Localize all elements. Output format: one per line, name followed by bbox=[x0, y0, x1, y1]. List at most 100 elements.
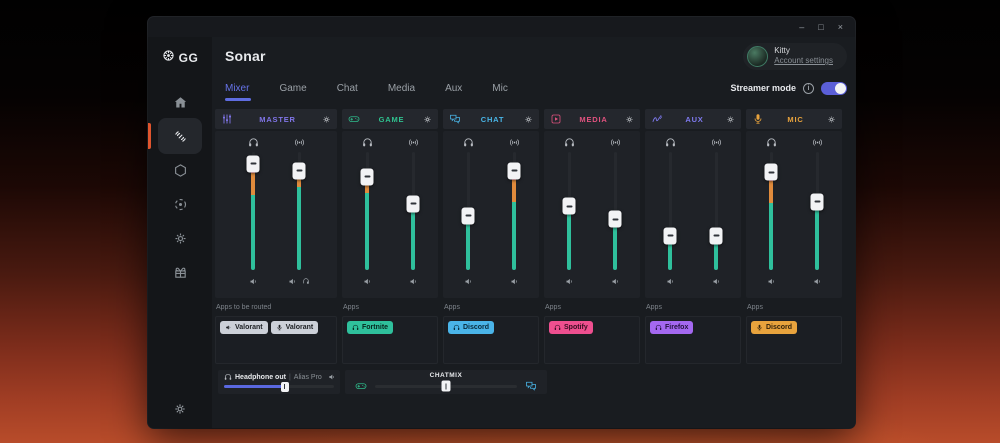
headphone-volume-handle[interactable] bbox=[247, 155, 260, 172]
aux-pen-icon bbox=[651, 113, 663, 125]
stream-volume-handle[interactable] bbox=[609, 211, 622, 228]
stream-volume-handle[interactable] bbox=[811, 193, 824, 210]
mixer-section: MASTERApps to be routedValorantValorantG… bbox=[212, 101, 855, 428]
apps-label: Apps bbox=[544, 304, 640, 313]
mute-speaker-icon[interactable] bbox=[464, 277, 473, 286]
maximize-button[interactable]: □ bbox=[818, 23, 823, 32]
sidebar-item-home[interactable] bbox=[148, 85, 212, 119]
headphone-volume-track[interactable] bbox=[252, 152, 255, 270]
mute-speaker-icon[interactable] bbox=[288, 277, 297, 286]
headphone-volume-track[interactable] bbox=[669, 152, 672, 270]
chatmix-label: CHATMIX bbox=[345, 372, 547, 379]
stream-volume-handle[interactable] bbox=[293, 162, 306, 179]
headphone-volume-handle[interactable] bbox=[563, 198, 576, 215]
sidebar-item-sonar[interactable] bbox=[148, 119, 212, 153]
headphone-volume-track[interactable] bbox=[770, 152, 773, 270]
gg-app-window: – □ × GG Sonar Kitty bbox=[148, 17, 855, 428]
stream-volume-track[interactable] bbox=[816, 152, 819, 270]
channel-name: MASTER bbox=[237, 115, 318, 124]
channel-settings-gear-icon[interactable] bbox=[322, 115, 331, 124]
stream-volume-track[interactable] bbox=[715, 152, 718, 270]
account-chip[interactable]: Kitty Account settings bbox=[743, 43, 847, 70]
page-title: Sonar bbox=[225, 48, 266, 64]
tab-mic[interactable]: Mic bbox=[477, 75, 523, 101]
stream-volume-handle[interactable] bbox=[710, 227, 723, 244]
app-badge-valorant[interactable]: Valorant bbox=[220, 321, 268, 334]
tab-media[interactable]: Media bbox=[373, 75, 430, 101]
mute-speaker-icon[interactable] bbox=[363, 277, 372, 286]
mute-speaker-icon[interactable] bbox=[409, 277, 418, 286]
mute-speaker-icon[interactable] bbox=[767, 277, 776, 286]
tab-game[interactable]: Game bbox=[264, 75, 321, 101]
mute-speaker-icon[interactable] bbox=[611, 277, 620, 286]
apps-box: Discord bbox=[746, 316, 842, 364]
stream-slider bbox=[289, 136, 309, 298]
mute-speaker-icon[interactable] bbox=[565, 277, 574, 286]
mute-speaker-icon[interactable] bbox=[813, 277, 822, 286]
apps-label: Apps bbox=[443, 304, 539, 313]
headphone-volume-handle[interactable] bbox=[664, 227, 677, 244]
sidebar-item-moments[interactable] bbox=[148, 187, 212, 221]
minimize-button[interactable]: – bbox=[799, 23, 804, 32]
headphones-icon bbox=[352, 324, 359, 331]
channel-header-master: MASTER bbox=[215, 109, 337, 129]
headphone-slider bbox=[243, 136, 263, 298]
app-settings-gear-icon[interactable] bbox=[148, 402, 212, 416]
headphone-out-slider-handle[interactable] bbox=[281, 382, 289, 392]
stream-volume-handle[interactable] bbox=[407, 195, 420, 212]
headphone-volume-track[interactable] bbox=[568, 152, 571, 270]
sidebar-item-apps[interactable] bbox=[148, 221, 212, 255]
mute-speaker-icon[interactable] bbox=[666, 277, 675, 286]
tab-aux[interactable]: Aux bbox=[430, 75, 477, 101]
app-badge-valorant[interactable]: Valorant bbox=[271, 321, 319, 334]
chatmix-slider[interactable] bbox=[375, 385, 517, 388]
broadcast-icon bbox=[610, 137, 621, 148]
channel-mic: MICAppsDiscord bbox=[746, 109, 842, 364]
app-badge-discord[interactable]: Discord bbox=[751, 321, 797, 334]
chatmix-slider-handle[interactable] bbox=[442, 381, 451, 392]
stream-volume-track[interactable] bbox=[614, 152, 617, 270]
info-icon[interactable]: i bbox=[803, 83, 814, 94]
sliders-panel bbox=[443, 131, 539, 298]
sidebar-item-engine[interactable] bbox=[148, 153, 212, 187]
headphone-volume-handle[interactable] bbox=[462, 207, 475, 224]
apps-box: Firefox bbox=[645, 316, 741, 364]
app-badge-fortnite[interactable]: Fortnite bbox=[347, 321, 393, 334]
headphone-slider bbox=[660, 136, 680, 298]
app-badge-firefox[interactable]: Firefox bbox=[650, 321, 693, 334]
headphone-volume-handle[interactable] bbox=[765, 164, 778, 181]
stream-volume-handle[interactable] bbox=[508, 162, 521, 179]
tab-mixer[interactable]: Mixer bbox=[225, 75, 264, 101]
mute-speaker-icon[interactable] bbox=[249, 277, 258, 286]
speaker-icon[interactable] bbox=[328, 373, 336, 381]
headphone-volume-handle[interactable] bbox=[361, 168, 374, 185]
stream-volume-track[interactable] bbox=[412, 152, 415, 270]
headphones-icon bbox=[665, 137, 676, 148]
headphone-out-panel: Headphone out | Alias Pro bbox=[218, 370, 340, 394]
channel-settings-gear-icon[interactable] bbox=[423, 115, 432, 124]
headphone-volume-track[interactable] bbox=[467, 152, 470, 270]
streamer-mode-toggle[interactable] bbox=[821, 82, 847, 95]
app-badge-discord[interactable]: Discord bbox=[448, 321, 494, 334]
app-badge-spotify[interactable]: Spotify bbox=[549, 321, 593, 334]
headphone-volume-track[interactable] bbox=[366, 152, 369, 270]
channel-media: MEDIA Apps Spotify bbox=[544, 109, 640, 364]
account-settings-link[interactable]: Account settings bbox=[774, 56, 833, 66]
tab-chat[interactable]: Chat bbox=[322, 75, 373, 101]
stream-volume-track[interactable] bbox=[298, 152, 301, 270]
monitor-icon[interactable] bbox=[302, 277, 310, 285]
mic-icon bbox=[756, 324, 763, 331]
channel-settings-gear-icon[interactable] bbox=[827, 115, 836, 124]
sidebar-item-giveaways[interactable] bbox=[148, 255, 212, 289]
channel-settings-gear-icon[interactable] bbox=[625, 115, 634, 124]
stream-volume-track[interactable] bbox=[513, 152, 516, 270]
mute-speaker-icon[interactable] bbox=[712, 277, 721, 286]
channel-settings-gear-icon[interactable] bbox=[726, 115, 735, 124]
channel-name: MEDIA bbox=[566, 115, 621, 124]
close-button[interactable]: × bbox=[838, 23, 843, 32]
gg-logo-text: GG bbox=[179, 51, 199, 65]
channel-settings-gear-icon[interactable] bbox=[524, 115, 533, 124]
mute-speaker-icon[interactable] bbox=[510, 277, 519, 286]
broadcast-icon bbox=[711, 137, 722, 148]
headphone-out-slider[interactable] bbox=[224, 385, 334, 388]
